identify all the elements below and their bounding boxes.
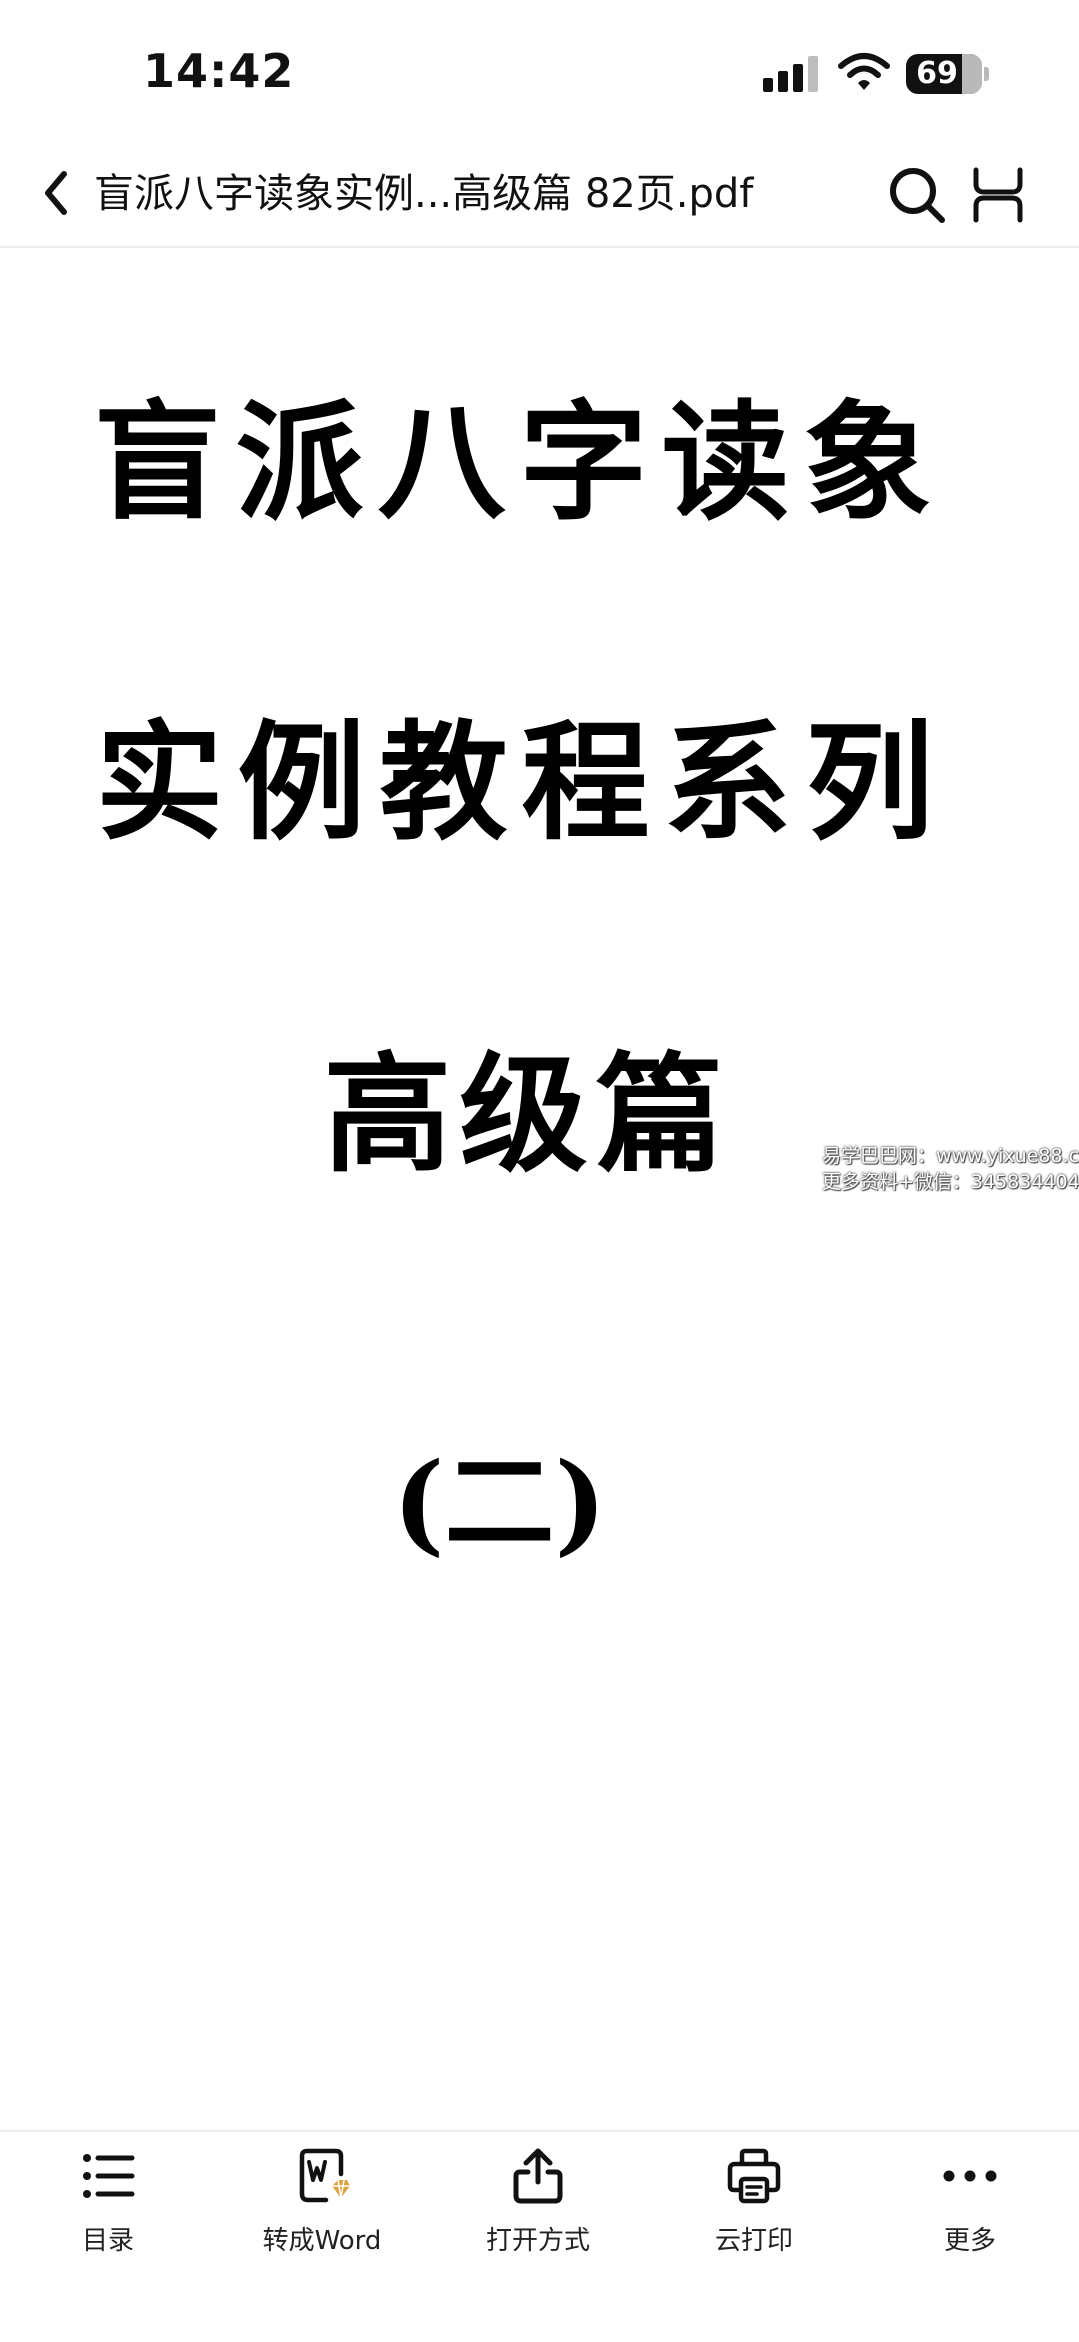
pdf-page[interactable]: 盲派八字读象 实例教程系列 高级篇 (二) 易学巴巴网：www.yixue88.… [0,248,1079,2128]
open-with-label: 打开方式 [485,2226,590,2256]
wifi-icon [838,53,890,90]
share-upload-icon [513,2148,563,2204]
toc-label: 目录 [81,2226,134,2256]
status-time: 14:42 [143,44,295,98]
watermark: 易学巴巴网：www.yixue88.cn 更多资料+微信：3458344044 [822,1143,1079,1195]
printer-icon [727,2148,781,2204]
status-bar: 14:42 69 [0,0,1079,140]
title-bar: 盲派八字读象实例...高级篇 82页.pdf [0,140,1079,248]
cloud-print-button[interactable]: 云打印 [654,2146,854,2276]
word-document-icon [299,2148,350,2203]
bottom-toolbar: 目录 转成Word 打开方式 云打印 更多 [0,2130,1079,2342]
more-dots-icon [943,2170,997,2182]
exit-fullscreen-icon[interactable] [968,164,1028,226]
open-with-button[interactable]: 打开方式 [438,2146,638,2276]
more-button[interactable]: 更多 [870,2146,1070,2276]
chevron-left-icon[interactable] [30,160,90,226]
convert-word-label: 转成Word [262,2226,382,2256]
battery-tip [984,67,989,81]
cover-title-line-1: 盲派八字读象 [93,388,946,538]
cover-volume-label: (二) [392,1438,607,1567]
watermark-line-2: 更多资料+微信：3458344044 [822,1171,1079,1193]
toc-button[interactable]: 目录 [8,2146,208,2276]
battery-level: 69 [916,56,958,91]
document-title: 盲派八字读象实例...高级篇 82页.pdf [94,171,754,217]
battery-indicator: 69 [906,54,982,94]
cover-title-line-2: 实例教程系列 [95,708,948,858]
list-icon [83,2154,135,2198]
watermark-line-1: 易学巴巴网：www.yixue88.cn [822,1145,1079,1167]
search-icon[interactable] [884,162,950,228]
convert-word-button[interactable]: 转成Word [222,2146,422,2276]
more-label: 更多 [943,2226,996,2256]
cellular-signal-icon [763,56,818,92]
cloud-print-label: 云打印 [714,2226,793,2256]
